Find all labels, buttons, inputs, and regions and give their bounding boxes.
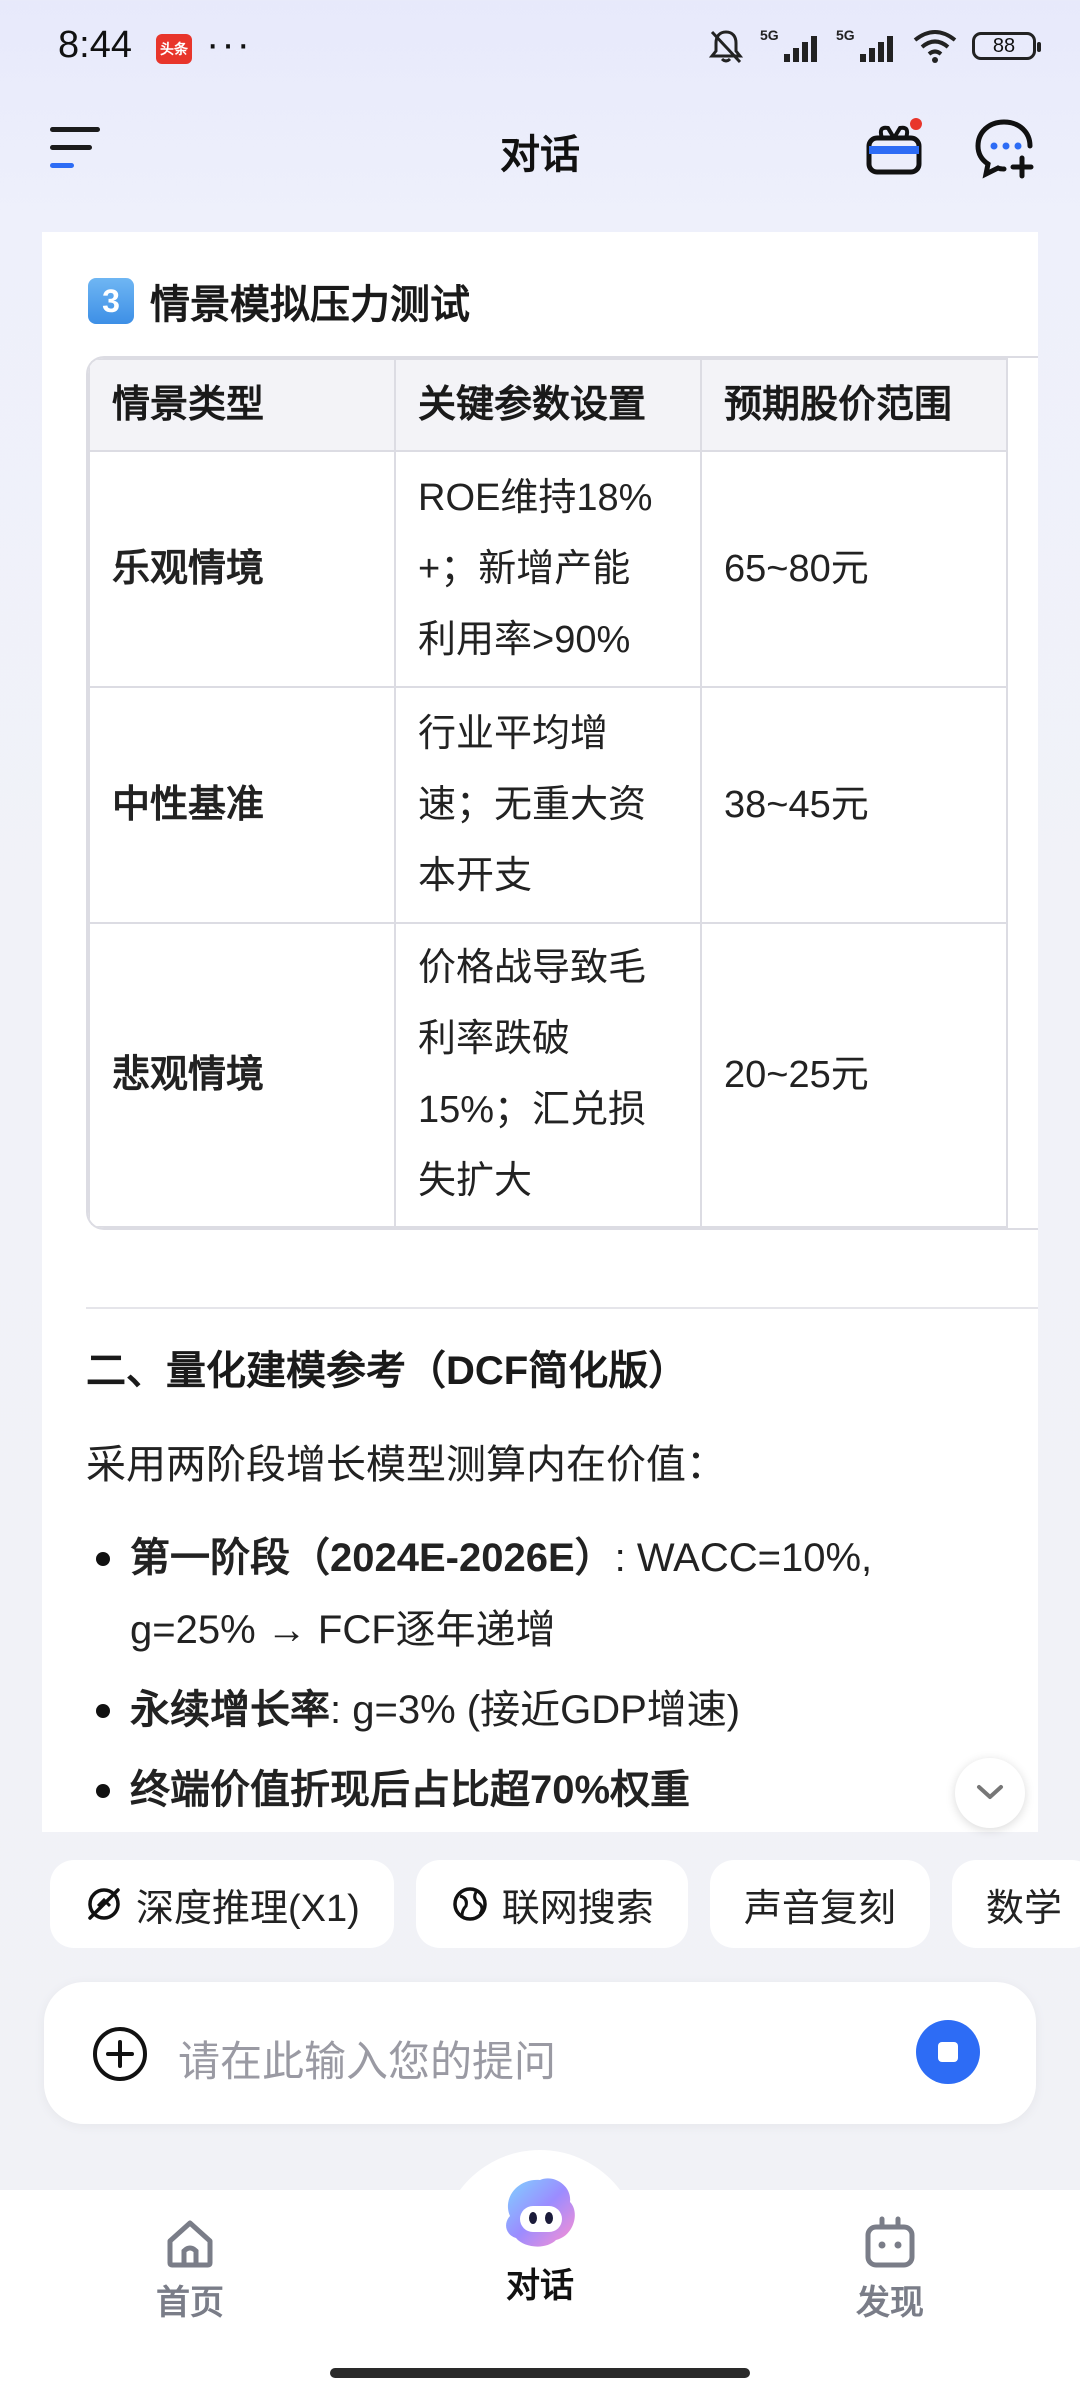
stop-generation-button[interactable] bbox=[916, 2020, 980, 2084]
table-row: 悲观情境 价格战导致毛 利率跌破 15%；汇兑损 失扩大 20~25元 bbox=[88, 922, 1008, 1228]
params-line: 价格战导致毛 bbox=[418, 947, 647, 989]
status-icons: 5G 5G 88 bbox=[706, 26, 1041, 66]
wifi-icon bbox=[913, 30, 957, 63]
chat-input-bar[interactable]: 请在此输入您的提问 bbox=[44, 1982, 1036, 2124]
nav-discover[interactable]: 发现 bbox=[830, 2215, 950, 2324]
table-header-cell: 情景类型 bbox=[88, 358, 396, 452]
nav-home[interactable]: 首页 bbox=[130, 2215, 250, 2324]
chip-label: 数学 bbox=[985, 1887, 1062, 1930]
price-range-cell: 65~80元 bbox=[700, 450, 1008, 688]
bullet-list: 第一阶段（2024E-2026E）: WACC=10%, g=25% → FCF… bbox=[86, 1522, 1006, 1832]
bullet-text-line2: g=25% → FCF逐年递增 bbox=[130, 1608, 556, 1652]
gift-box-icon[interactable] bbox=[864, 118, 924, 178]
chip-deep-reasoning[interactable]: 深度推理(X1) bbox=[50, 1860, 394, 1948]
chat-response-card: 3 情景模拟压力测试 情景类型 关键参数设置 预期股价范围 乐观情境 ROE维持… bbox=[42, 232, 1038, 1832]
table-header-cell: 关键参数设置 bbox=[394, 358, 702, 452]
bullet-bold: 永续增长率 bbox=[130, 1688, 330, 1732]
svg-text:5G: 5G bbox=[760, 27, 779, 43]
signal-5g-icon-1: 5G bbox=[760, 27, 817, 62]
params-cell: 价格战导致毛 利率跌破 15%；汇兑损 失扩大 bbox=[394, 922, 702, 1228]
list-item: 永续增长率: g=3% (接近GDP增速) bbox=[86, 1674, 1006, 1746]
section-heading-2: 二、量化建模参考（DCF简化版） bbox=[86, 1349, 689, 1393]
section-heading: 3 情景模拟压力测试 bbox=[88, 272, 470, 330]
scenario-type-cell: 乐观情境 bbox=[88, 450, 396, 688]
svg-text:5G: 5G bbox=[836, 27, 855, 43]
chip-math[interactable]: 数学 bbox=[951, 1860, 1080, 1948]
chip-label: 声音复刻 bbox=[743, 1887, 896, 1930]
table-row: 中性基准 行业平均增 速；无重大资 本开支 38~45元 bbox=[88, 686, 1008, 924]
params-line: 行业平均增 bbox=[418, 712, 609, 755]
list-item: 第一阶段（2024E-2026E）: WACC=10%, g=25% → FCF… bbox=[86, 1522, 1006, 1666]
nav-chat[interactable]: 对话 bbox=[440, 2172, 640, 2307]
nav-home-label: 首页 bbox=[156, 2284, 224, 2322]
bullet-bold: 第一阶段（2024E-2026E） bbox=[130, 1536, 615, 1580]
scenario-type-cell: 中性基准 bbox=[88, 686, 396, 924]
feature-chips: 深度推理(X1) 联网搜索 声音复刻 数学 bbox=[50, 1860, 1080, 1950]
bullet-text: : g=3% (接近GDP增速) bbox=[330, 1688, 741, 1732]
bullet-bold: 终端价值折现后占比超70%权重 bbox=[130, 1768, 691, 1812]
home-indicator[interactable] bbox=[330, 2368, 750, 2378]
params-line: 15%；汇兑损 bbox=[418, 1089, 647, 1131]
chip-label: 深度推理(X1) bbox=[136, 1887, 360, 1930]
chevron-down-icon bbox=[977, 1785, 1003, 1799]
params-line: 失扩大 bbox=[418, 1160, 533, 1202]
scroll-to-bottom-button[interactable] bbox=[955, 1758, 1025, 1828]
home-icon bbox=[167, 2220, 213, 2268]
table-row: 乐观情境 ROE维持18% +；新增产能 利用率>90% 65~80元 bbox=[88, 450, 1008, 688]
battery-icon: 88 bbox=[972, 32, 1041, 60]
params-line: 利用率>90% bbox=[418, 618, 631, 661]
reasoning-icon bbox=[88, 1888, 120, 1920]
status-time: 8:44 bbox=[58, 24, 132, 66]
intro-paragraph: 采用两阶段增长模型测算内在价值： bbox=[86, 1443, 726, 1487]
params-cell: 行业平均增 速；无重大资 本开支 bbox=[394, 686, 702, 924]
params-line: 利率跌破 bbox=[418, 1018, 571, 1060]
chat-input-field[interactable]: 请在此输入您的提问 bbox=[178, 2028, 556, 2089]
scenario-type-cell: 悲观情境 bbox=[88, 922, 396, 1228]
globe-icon bbox=[453, 1887, 487, 1921]
section-title: 情景模拟压力测试 bbox=[150, 283, 470, 327]
price-range-cell: 20~25元 bbox=[700, 922, 1008, 1228]
params-line: 速；无重大资 bbox=[418, 783, 647, 826]
chip-voice-clone[interactable]: 声音复刻 bbox=[709, 1860, 930, 1948]
stop-icon bbox=[938, 2042, 958, 2062]
signal-5g-icon-2: 5G bbox=[836, 27, 893, 62]
chip-label: 联网搜索 bbox=[501, 1887, 654, 1930]
params-cell: ROE维持18% +；新增产能 利用率>90% bbox=[394, 450, 702, 688]
more-notifications-icon: ··· bbox=[206, 22, 252, 66]
nav-chat-label: 对话 bbox=[506, 2267, 574, 2305]
new-chat-icon[interactable] bbox=[972, 116, 1036, 180]
assistant-mascot-icon bbox=[506, 2178, 575, 2247]
discover-icon bbox=[865, 2216, 915, 2268]
table-header-cell: 预期股价范围 bbox=[700, 358, 1008, 452]
params-line: 本开支 bbox=[418, 854, 533, 897]
list-item: 终端价值折现后占比超70%权重 bbox=[86, 1754, 1006, 1826]
divider bbox=[86, 1307, 1038, 1309]
nav-discover-label: 发现 bbox=[856, 2284, 924, 2322]
keycap-number-icon: 3 bbox=[88, 278, 134, 324]
status-bar: 8:44 头条 ··· 5G 5G 88 bbox=[0, 0, 1080, 100]
scenario-table[interactable]: 情景类型 关键参数设置 预期股价范围 乐观情境 ROE维持18% +；新增产能 … bbox=[86, 356, 1038, 1230]
bullet-text: : WACC=10%, bbox=[614, 1536, 873, 1580]
add-attachment-icon[interactable] bbox=[92, 2026, 148, 2082]
news-app-badge: 头条 bbox=[156, 34, 192, 64]
mute-bell-icon bbox=[708, 30, 744, 64]
params-line: +；新增产能 bbox=[418, 547, 631, 590]
chip-web-search[interactable]: 联网搜索 bbox=[415, 1860, 688, 1948]
params-line: ROE维持18% bbox=[418, 476, 653, 519]
price-range-cell: 38~45元 bbox=[700, 686, 1008, 924]
